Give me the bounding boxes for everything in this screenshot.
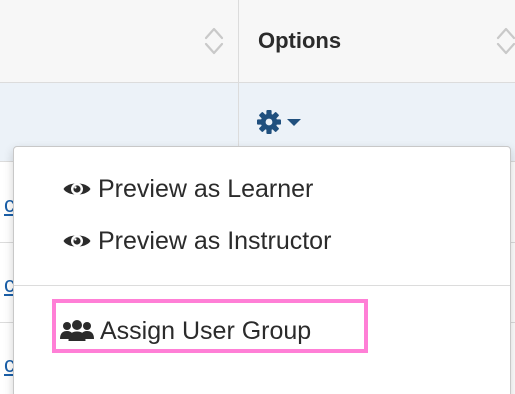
header-column-divider [238, 0, 239, 82]
options-dropdown-menu: Preview as Learner Preview as Instructor [13, 146, 511, 394]
column-header-options[interactable]: Options [258, 28, 341, 54]
menu-item-preview-as-learner[interactable]: Preview as Learner [14, 167, 510, 211]
screenshot-stage: Options c c c Preview as Learner Preview… [0, 0, 515, 394]
table-header: Options [0, 0, 515, 83]
menu-item-label: Preview as Learner [98, 175, 314, 203]
caret-down-icon [287, 119, 301, 126]
menu-divider [14, 285, 510, 286]
menu-item-label: Preview as Instructor [98, 227, 332, 255]
eye-icon [62, 231, 92, 251]
menu-item-preview-as-instructor[interactable]: Preview as Instructor [14, 219, 510, 263]
users-icon [60, 319, 94, 343]
sort-icon[interactable] [203, 24, 225, 58]
menu-item-assign-user-group[interactable]: Assign User Group [14, 309, 510, 353]
sort-icon[interactable] [495, 24, 515, 58]
eye-icon [62, 179, 92, 199]
menu-item-label: Assign User Group [100, 317, 312, 345]
options-dropdown-toggle[interactable] [256, 108, 306, 136]
gear-icon [257, 110, 281, 134]
